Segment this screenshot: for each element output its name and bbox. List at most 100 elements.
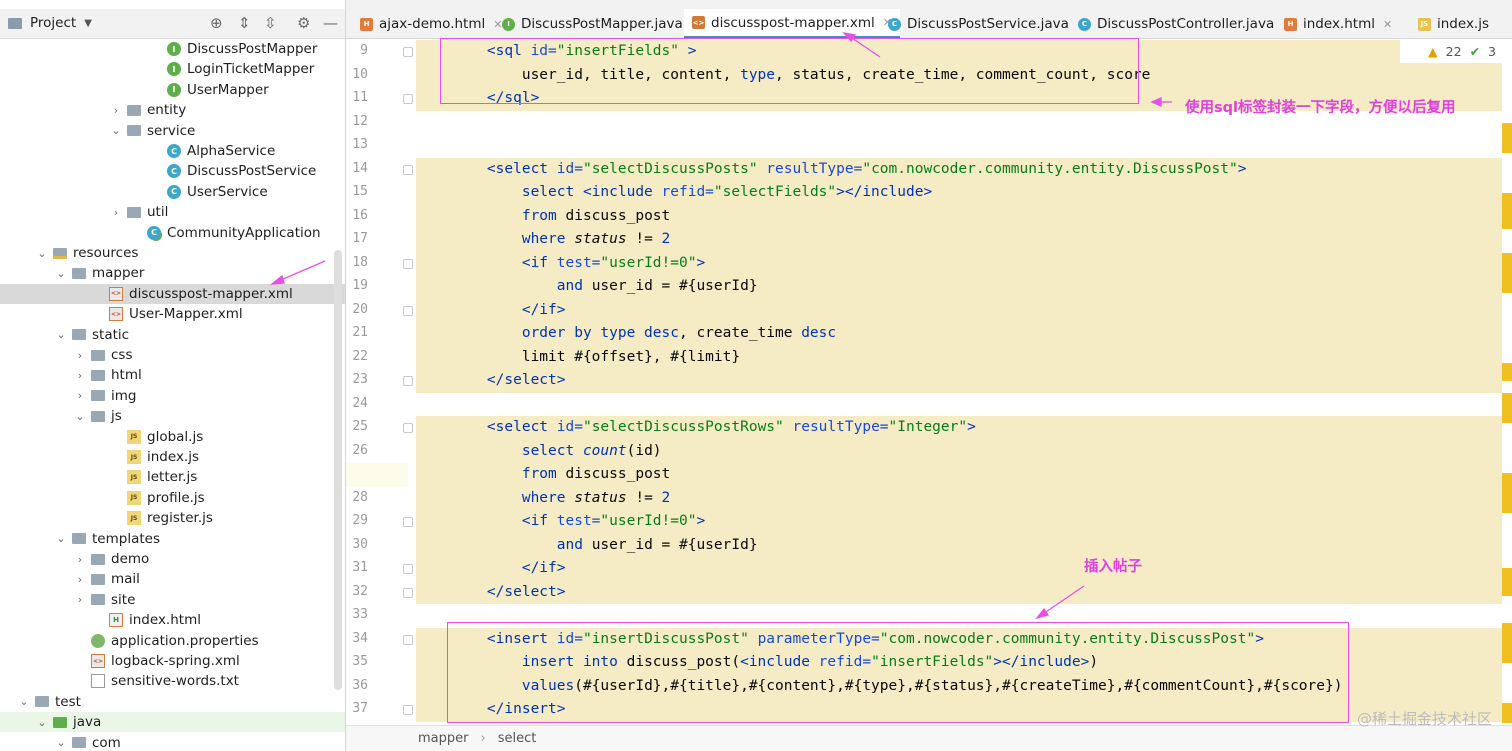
chevron-right-icon[interactable]: › bbox=[73, 389, 87, 402]
chevron-down-icon[interactable]: ⌄ bbox=[35, 716, 49, 729]
tree-item[interactable]: ⌄ test bbox=[0, 692, 345, 712]
tree-item[interactable]: UserMapper bbox=[0, 80, 345, 100]
chevron-right-icon[interactable]: › bbox=[73, 593, 87, 606]
tree-item[interactable]: letter.js bbox=[0, 467, 345, 487]
collapse-all-icon[interactable]: ⇳ bbox=[264, 15, 277, 31]
tree-item[interactable]: DiscussPostService bbox=[0, 161, 345, 181]
tree-item[interactable]: › html bbox=[0, 365, 345, 385]
code-line[interactable]: order by type desc, create_time desc bbox=[452, 322, 836, 346]
tree-item[interactable]: discusspost-mapper.xml bbox=[0, 283, 345, 304]
tree-item[interactable]: AlphaService bbox=[0, 141, 345, 161]
fold-icon[interactable] bbox=[403, 705, 413, 715]
tree-item[interactable]: sensitive-words.txt bbox=[0, 671, 345, 691]
code-line[interactable]: </if> bbox=[452, 299, 566, 323]
tree-item[interactable]: profile.js bbox=[0, 488, 345, 508]
fold-icon[interactable] bbox=[403, 305, 413, 316]
chevron-down-icon[interactable]: ⌄ bbox=[73, 410, 87, 423]
tree-item[interactable]: › entity bbox=[0, 100, 345, 120]
fold-icon[interactable] bbox=[403, 94, 413, 104]
tree-item[interactable]: ⌄ static bbox=[0, 325, 345, 345]
tree-item[interactable]: › util bbox=[0, 202, 345, 222]
breadcrumb-item[interactable]: select bbox=[498, 731, 537, 746]
chevron-right-icon[interactable]: › bbox=[73, 553, 87, 566]
project-view-selector[interactable]: Project ▼ bbox=[8, 15, 92, 31]
editor-tab[interactable]: IDiscussPostMapper.java✕ bbox=[494, 9, 708, 39]
tree-item[interactable]: ⌄ templates bbox=[0, 529, 345, 549]
tree-item[interactable]: ⌄ resources bbox=[0, 243, 345, 263]
code-line[interactable]: <if test="userId!=0"> bbox=[452, 510, 705, 534]
tree-item[interactable]: ⌄ com bbox=[0, 733, 345, 751]
chevron-down-icon[interactable]: ⌄ bbox=[54, 532, 68, 545]
editor-tab[interactable]: CDiscussPostController.java✕ bbox=[1070, 9, 1299, 39]
tree-item[interactable]: register.js bbox=[0, 508, 345, 528]
code-line[interactable]: <select id="selectDiscussPostRows" resul… bbox=[452, 416, 976, 440]
code-line[interactable]: <if test="userId!=0"> bbox=[452, 252, 705, 276]
tree-item[interactable]: application.properties bbox=[0, 631, 345, 651]
chevron-right-icon[interactable]: › bbox=[109, 104, 123, 117]
tree-item[interactable]: logback-spring.xml bbox=[0, 651, 345, 671]
code-line[interactable]: from discuss_post bbox=[452, 205, 670, 229]
editor-tab[interactable]: Hindex.html ✕ bbox=[1276, 9, 1400, 39]
chevron-down-icon[interactable]: ⌄ bbox=[54, 328, 68, 341]
chevron-down-icon[interactable]: ⌄ bbox=[54, 267, 68, 280]
chevron-right-icon[interactable]: › bbox=[73, 369, 87, 382]
chevron-down-icon[interactable]: ⌄ bbox=[35, 247, 49, 260]
tree-scrollbar[interactable] bbox=[334, 250, 342, 690]
tree-item[interactable]: global.js bbox=[0, 427, 345, 447]
editor-scrollbar[interactable] bbox=[1502, 63, 1512, 725]
tree-item[interactable]: DiscussPostMapper bbox=[0, 39, 345, 59]
fold-icon[interactable] bbox=[403, 587, 413, 598]
tree-item[interactable]: index.html bbox=[0, 610, 345, 630]
chevron-right-icon[interactable]: › bbox=[73, 573, 87, 586]
code-line[interactable]: </select> bbox=[452, 369, 566, 393]
tree-item[interactable]: › demo bbox=[0, 549, 345, 569]
tree-item[interactable]: ⌄ service bbox=[0, 121, 345, 141]
tree-item[interactable]: index.js bbox=[0, 447, 345, 467]
editor-tab[interactable]: Hajax-demo.html ✕ bbox=[352, 9, 510, 39]
code-line[interactable]: </select> bbox=[452, 581, 566, 605]
code-line[interactable]: select <include refid="selectFields"></i… bbox=[452, 181, 932, 205]
fold-icon[interactable] bbox=[403, 634, 413, 645]
code-line[interactable]: and user_id = #{userId} bbox=[452, 534, 758, 558]
editor-tab[interactable]: JS index.js bbox=[1410, 9, 1497, 39]
tree-item[interactable]: › css bbox=[0, 345, 345, 365]
code-line[interactable]: limit #{offset}, #{limit} bbox=[452, 346, 740, 370]
tree-item[interactable]: CommunityApplication bbox=[0, 223, 345, 243]
gear-icon[interactable]: ⚙ bbox=[297, 15, 310, 31]
expand-all-icon[interactable]: ⇕ bbox=[238, 15, 251, 31]
chevron-down-icon[interactable]: ⌄ bbox=[54, 736, 68, 749]
chevron-down-icon[interactable]: ⌄ bbox=[109, 124, 123, 137]
tree-item[interactable]: LoginTicketMapper bbox=[0, 59, 345, 79]
tree-item[interactable]: User-Mapper.xml bbox=[0, 304, 345, 324]
editor-tab[interactable]: <>discusspost-mapper.xml✕ bbox=[684, 9, 901, 39]
tree-item[interactable]: › mail bbox=[0, 569, 345, 589]
chevron-down-icon[interactable]: ⌄ bbox=[17, 695, 31, 708]
fold-icon[interactable] bbox=[403, 517, 413, 527]
code-line[interactable]: select count(id) bbox=[452, 440, 662, 464]
fold-icon[interactable] bbox=[403, 423, 413, 433]
fold-icon[interactable] bbox=[403, 258, 413, 269]
fold-icon[interactable] bbox=[403, 564, 413, 574]
code-line[interactable]: from discuss_post bbox=[452, 463, 670, 487]
inspection-widget[interactable]: ▲ 22 ✔ 3 bbox=[1400, 39, 1512, 63]
chevron-right-icon[interactable]: › bbox=[73, 349, 87, 362]
minimize-icon[interactable]: — bbox=[323, 15, 338, 31]
fold-icon[interactable] bbox=[403, 376, 413, 386]
tree-item[interactable]: › img bbox=[0, 386, 345, 406]
fold-icon[interactable] bbox=[403, 164, 413, 175]
tree-item[interactable]: ⌄ java bbox=[0, 712, 345, 733]
code-line[interactable]: and user_id = #{userId} bbox=[452, 275, 758, 299]
tree-item[interactable]: ⌄ js bbox=[0, 406, 345, 426]
editor-tab[interactable]: CDiscussPostService.java✕ bbox=[880, 9, 1094, 39]
locate-icon[interactable]: ⊕ bbox=[210, 15, 223, 31]
chevron-right-icon[interactable]: › bbox=[109, 206, 123, 219]
code-line[interactable]: </if> bbox=[452, 557, 566, 581]
tree-item[interactable]: ⌄ mapper bbox=[0, 263, 345, 283]
code-line[interactable]: where status != 2 bbox=[452, 487, 670, 511]
tree-item[interactable]: UserService bbox=[0, 182, 345, 202]
fold-icon[interactable] bbox=[403, 47, 413, 57]
code-line[interactable]: <select id="selectDiscussPosts" resultTy… bbox=[452, 158, 1247, 182]
tree-item[interactable]: › site bbox=[0, 590, 345, 610]
code-line[interactable]: where status != 2 bbox=[452, 228, 670, 252]
breadcrumb-item[interactable]: mapper bbox=[418, 731, 468, 746]
